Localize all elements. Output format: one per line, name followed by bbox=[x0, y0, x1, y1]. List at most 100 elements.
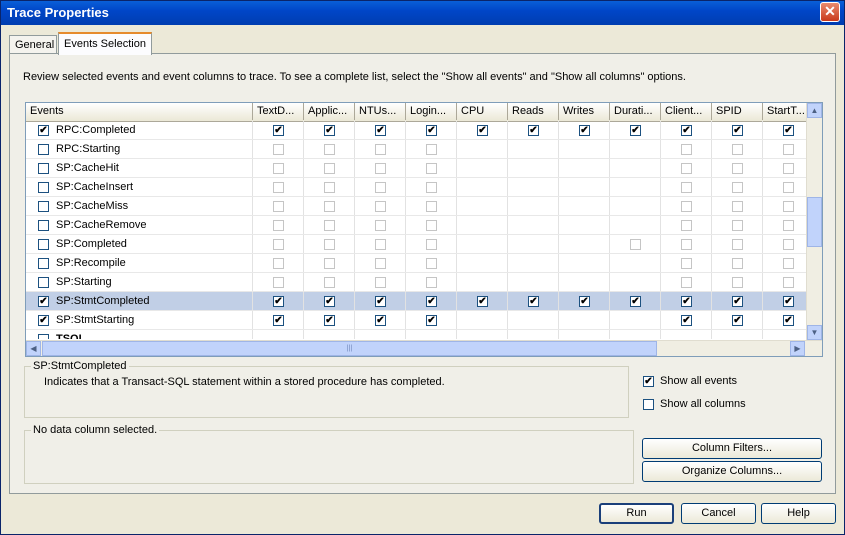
event-row[interactable]: ✔ SP:StmtStarting ✔ ✔ ✔ ✔ ✔ ✔ ✔ bbox=[26, 311, 808, 330]
event-row[interactable]: SP:CacheInsert bbox=[26, 178, 808, 197]
cancel-button[interactable]: Cancel bbox=[681, 503, 756, 524]
event-name-cell[interactable]: SP:Recompile bbox=[26, 254, 253, 272]
event-row[interactable]: SP:Completed bbox=[26, 235, 808, 254]
column-checkbox[interactable]: ✔ bbox=[324, 296, 335, 307]
column-checkbox[interactable]: ✔ bbox=[375, 296, 386, 307]
column-checkbox[interactable] bbox=[273, 163, 284, 174]
column-checkbox[interactable]: ✔ bbox=[426, 125, 437, 136]
event-column-cell[interactable]: ✔ bbox=[304, 311, 355, 329]
run-button[interactable]: Run bbox=[599, 503, 674, 524]
column-checkbox[interactable] bbox=[681, 163, 692, 174]
event-checkbox[interactable]: ✔ bbox=[38, 315, 49, 326]
event-column-cell[interactable] bbox=[406, 235, 457, 253]
column-checkbox[interactable] bbox=[273, 201, 284, 212]
event-column-cell[interactable] bbox=[712, 254, 763, 272]
column-checkbox[interactable] bbox=[783, 201, 794, 212]
column-checkbox[interactable]: ✔ bbox=[528, 125, 539, 136]
column-checkbox[interactable]: ✔ bbox=[732, 296, 743, 307]
event-column-cell[interactable]: ✔ bbox=[457, 292, 508, 310]
horizontal-scrollbar[interactable]: ◀ ||| ▶ bbox=[26, 340, 822, 356]
event-column-cell[interactable] bbox=[355, 140, 406, 158]
event-checkbox[interactable] bbox=[38, 258, 49, 269]
column-checkbox[interactable] bbox=[375, 258, 386, 269]
column-checkbox[interactable]: ✔ bbox=[681, 315, 692, 326]
event-column-cell[interactable] bbox=[661, 159, 712, 177]
column-checkbox[interactable] bbox=[783, 277, 794, 288]
column-checkbox[interactable]: ✔ bbox=[783, 125, 794, 136]
column-checkbox[interactable] bbox=[426, 201, 437, 212]
column-checkbox[interactable] bbox=[681, 277, 692, 288]
column-checkbox[interactable] bbox=[375, 201, 386, 212]
column-checkbox[interactable]: ✔ bbox=[375, 315, 386, 326]
scroll-right-icon[interactable]: ▶ bbox=[790, 341, 805, 356]
column-checkbox[interactable] bbox=[426, 163, 437, 174]
event-column-cell[interactable]: ✔ bbox=[253, 311, 304, 329]
event-column-cell[interactable] bbox=[763, 216, 808, 234]
event-name-cell[interactable]: SP:CacheMiss bbox=[26, 197, 253, 215]
event-column-cell[interactable]: ✔ bbox=[253, 121, 304, 139]
horizontal-scroll-thumb[interactable]: ||| bbox=[42, 341, 657, 356]
event-column-cell[interactable] bbox=[355, 235, 406, 253]
column-checkbox[interactable] bbox=[783, 239, 794, 250]
event-column-cell[interactable]: ✔ bbox=[610, 292, 661, 310]
column-checkbox[interactable] bbox=[375, 220, 386, 231]
scroll-down-icon[interactable]: ▼ bbox=[807, 325, 822, 340]
event-column-cell[interactable]: ✔ bbox=[712, 292, 763, 310]
column-checkbox[interactable] bbox=[681, 220, 692, 231]
column-checkbox[interactable]: ✔ bbox=[324, 125, 335, 136]
column-checkbox[interactable] bbox=[732, 220, 743, 231]
event-checkbox[interactable] bbox=[38, 277, 49, 288]
event-column-cell[interactable] bbox=[661, 216, 712, 234]
column-header[interactable]: NTUs... bbox=[355, 103, 406, 120]
event-column-cell[interactable] bbox=[253, 235, 304, 253]
event-column-cell[interactable] bbox=[304, 216, 355, 234]
event-column-cell[interactable]: ✔ bbox=[406, 311, 457, 329]
organize-columns-button[interactable]: Organize Columns... bbox=[642, 461, 822, 482]
event-column-cell[interactable] bbox=[253, 159, 304, 177]
event-column-cell[interactable] bbox=[406, 197, 457, 215]
column-checkbox[interactable]: ✔ bbox=[783, 296, 794, 307]
close-button[interactable]: ✕ bbox=[820, 2, 840, 22]
column-checkbox[interactable] bbox=[273, 277, 284, 288]
event-column-cell[interactable]: ✔ bbox=[661, 311, 712, 329]
event-column-cell[interactable] bbox=[712, 235, 763, 253]
event-column-cell[interactable] bbox=[610, 235, 661, 253]
event-column-cell[interactable] bbox=[355, 197, 406, 215]
column-checkbox[interactable] bbox=[783, 258, 794, 269]
help-button[interactable]: Help bbox=[761, 503, 836, 524]
column-filters-button[interactable]: Column Filters... bbox=[642, 438, 822, 459]
tab-general[interactable]: General bbox=[9, 35, 57, 54]
event-column-cell[interactable] bbox=[712, 178, 763, 196]
event-column-cell[interactable] bbox=[661, 235, 712, 253]
event-column-cell[interactable]: ✔ bbox=[559, 121, 610, 139]
column-header[interactable]: Applic... bbox=[304, 103, 355, 120]
event-column-cell[interactable]: ✔ bbox=[355, 311, 406, 329]
event-name-cell[interactable]: ✔ SP:StmtCompleted bbox=[26, 292, 253, 310]
event-column-cell[interactable] bbox=[712, 273, 763, 291]
column-checkbox[interactable] bbox=[375, 277, 386, 288]
event-column-cell[interactable] bbox=[406, 159, 457, 177]
column-checkbox[interactable] bbox=[426, 239, 437, 250]
event-column-cell[interactable]: ✔ bbox=[406, 121, 457, 139]
column-header[interactable]: Reads bbox=[508, 103, 559, 120]
column-checkbox[interactable]: ✔ bbox=[630, 125, 641, 136]
event-checkbox[interactable] bbox=[38, 334, 49, 339]
event-column-cell[interactable]: ✔ bbox=[253, 292, 304, 310]
event-checkbox[interactable] bbox=[38, 163, 49, 174]
column-checkbox[interactable] bbox=[324, 144, 335, 155]
event-column-cell[interactable] bbox=[253, 140, 304, 158]
event-checkbox[interactable] bbox=[38, 220, 49, 231]
event-column-cell[interactable] bbox=[304, 140, 355, 158]
column-checkbox[interactable] bbox=[732, 144, 743, 155]
event-column-cell[interactable] bbox=[355, 254, 406, 272]
scroll-up-icon[interactable]: ▲ bbox=[807, 103, 822, 118]
column-checkbox[interactable] bbox=[732, 277, 743, 288]
event-column-cell[interactable] bbox=[253, 254, 304, 272]
column-checkbox[interactable] bbox=[783, 144, 794, 155]
column-checkbox[interactable]: ✔ bbox=[579, 296, 590, 307]
event-column-cell[interactable] bbox=[763, 235, 808, 253]
event-column-cell[interactable]: ✔ bbox=[763, 121, 808, 139]
column-checkbox[interactable] bbox=[426, 144, 437, 155]
event-column-cell[interactable] bbox=[355, 159, 406, 177]
event-row[interactable]: ✔ RPC:Completed ✔ ✔ ✔ ✔ ✔ ✔ ✔ ✔ ✔ ✔ ✔ bbox=[26, 121, 808, 140]
